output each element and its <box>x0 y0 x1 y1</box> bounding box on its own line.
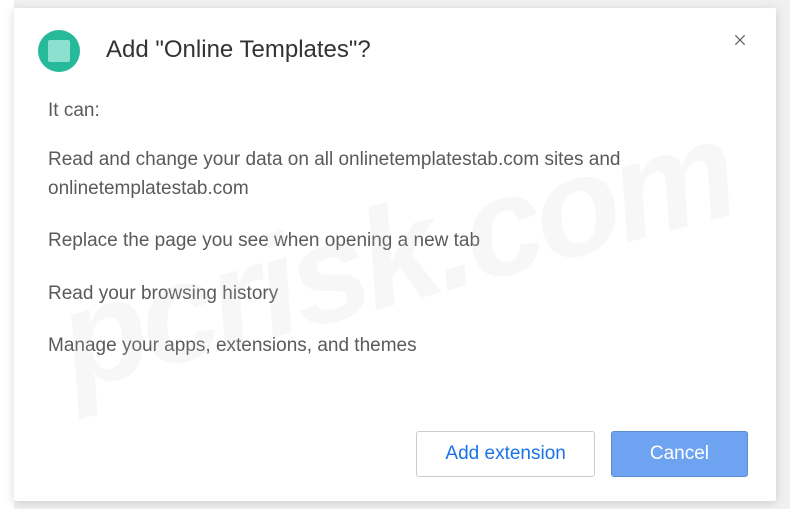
permissions-intro: It can: <box>48 100 742 122</box>
permission-item: Manage your apps, extensions, and themes <box>48 332 742 361</box>
close-button[interactable] <box>728 28 752 52</box>
dialog-title: Add "Online Templates"? <box>106 30 752 64</box>
cancel-button[interactable]: Cancel <box>611 431 748 477</box>
dialog-actions: Add extension Cancel <box>14 419 776 501</box>
background-page-fragment <box>0 0 14 509</box>
extension-icon <box>38 30 80 72</box>
add-extension-button[interactable]: Add extension <box>416 431 594 477</box>
extension-icon-inner <box>48 40 70 62</box>
extension-install-dialog: pcrisk.com Add "Online Templates"? It ca… <box>14 8 776 501</box>
dialog-content: It can: Read and change your data on all… <box>14 82 776 419</box>
permission-item: Replace the page you see when opening a … <box>48 227 742 256</box>
dialog-header: Add "Online Templates"? <box>14 8 776 82</box>
permission-item: Read and change your data on all onlinet… <box>48 146 742 203</box>
close-icon <box>732 32 748 48</box>
permission-item: Read your browsing history <box>48 280 742 309</box>
